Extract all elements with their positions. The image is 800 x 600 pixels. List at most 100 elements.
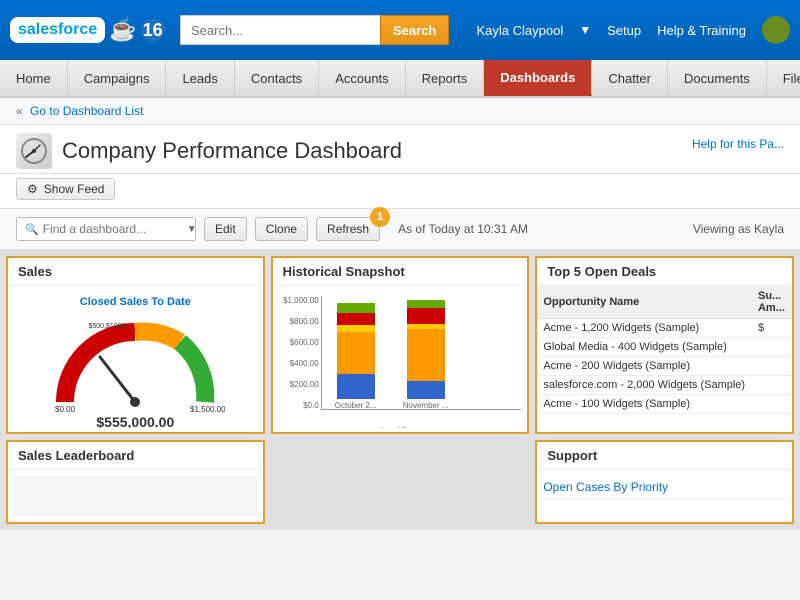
search-input[interactable] [180,15,380,45]
bar-oct: October 2... [331,299,381,410]
sales-leaderboard-title: Sales Leaderboard [8,442,263,470]
col-amount: Su...Am... [752,286,792,319]
bar-seg-1 [407,381,445,399]
step-badge: 1 [370,207,390,227]
breadcrumb-chevron: « [16,104,23,118]
bar-nov: November ... [401,299,451,410]
nav-contacts[interactable]: Contacts [235,60,319,96]
sf-wordmark: salesforce [18,21,97,39]
deal-amount-5 [752,395,792,414]
salesforce-logo: salesforce [10,17,105,43]
bar-nov-label: November ... [401,401,451,410]
top5-panel: Top 5 Open Deals Opportunity Name Su...A… [535,256,794,434]
deal-name-5: Acme - 100 Widgets (Sample) [537,395,752,414]
nav-home[interactable]: Home [0,60,68,96]
nav-leads[interactable]: Leads [166,60,234,96]
deal-name-4: salesforce.com - 2,000 Widgets (Sample) [537,376,752,395]
deal-name-2: Global Media - 400 Widgets (Sample) [537,338,752,357]
find-dropdown-arrow[interactable]: ▼ [187,224,197,235]
bar-seg-5 [337,303,375,313]
sub-nav: « Go to Dashboard List [0,98,800,125]
deal-amount-2 [752,338,792,357]
bar-groups: October 2... November ... [321,299,522,410]
deal-row-3: Acme - 200 Widgets (Sample) [537,357,792,376]
historical-panel-title: Historical Snapshot [273,258,528,286]
nav-campaigns[interactable]: Campaigns [68,60,167,96]
bar-seg-2 [337,332,375,374]
setup-link[interactable]: Setup [607,23,641,38]
deal-row-2: Global Media - 400 Widgets (Sample) [537,338,792,357]
deal-row-1: Acme - 1,200 Widgets (Sample) $ [537,319,792,338]
avatar [762,16,790,44]
deal-amount-1: $ [752,319,792,338]
deal-row-4: salesforce.com - 2,000 Widgets (Sample) [537,376,792,395]
open-cases-link[interactable]: Open Cases By Priority [543,476,786,499]
svg-text:$1,500,000: $1,500,000 [190,405,225,412]
find-dashboard-wrapper: 🔍 ▼ [16,217,196,241]
historical-panel: Historical Snapshot $1,000.00 $800.00 $6… [271,256,530,434]
bar-seg-3 [337,325,375,332]
gauge-svg: $0.00 $500,$1000 $1,500,000 [45,312,225,412]
refresh-wrapper: Refresh 1 [316,217,380,241]
notification-badge: 16 [141,18,165,42]
dropdown-chevron: ▼ [579,23,591,37]
bar-oct-label: October 2... [331,401,381,410]
historical-panel-body: $1,000.00 $800.00 $600.00 $400.00 $200.0… [273,286,528,428]
deal-name-3: Acme - 200 Widgets (Sample) [537,357,752,376]
bar-chart-area: $1,000.00 $800.00 $600.00 $400.00 $200.0… [321,296,522,426]
top5-panel-body: Opportunity Name Su...Am... Acme - 1,200… [537,286,792,428]
top-header: salesforce ☕ 16 Search Kayla Claypool ▼ … [0,0,800,60]
support-panel-body: Open Cases By Priority [537,470,792,505]
show-feed-bar: ⚙ Show Feed [0,174,800,209]
gauge-amount: $555,000.00 [18,414,253,428]
header-right: Kayla Claypool ▼ Setup Help & Training [477,16,790,44]
nav-dashboards[interactable]: Dashboards [484,60,592,96]
help-training-link[interactable]: Help & Training [657,23,746,38]
sales-leaderboard-panel: Sales Leaderboard [6,440,265,524]
viewing-as-text: Viewing as Kayla [693,222,784,236]
search-mini-icon: 🔍 [25,223,39,236]
show-feed-button[interactable]: ⚙ Show Feed [16,178,115,200]
col-opportunity-name: Opportunity Name [537,286,752,319]
dashboard-icon [16,133,52,169]
bar-seg-5 [407,300,445,308]
nav-files[interactable]: Files [767,60,800,96]
support-panel-title: Support [537,442,792,470]
support-panel: Support Open Cases By Priority [535,440,794,524]
help-page-link[interactable]: Help for this Pa... [692,133,784,151]
deal-amount-4 [752,376,792,395]
page-header: Company Performance Dashboard Help for t… [0,125,800,174]
sales-panel: Sales Closed Sales To Date $0.00 $500,$1… [6,256,265,434]
clone-button[interactable]: Clone [255,217,308,241]
nav-chatter[interactable]: Chatter [592,60,668,96]
bar-seg-1 [337,374,375,399]
nav-documents[interactable]: Documents [668,60,767,96]
bar-nov-stack [407,299,445,399]
dashboard-content: Sales Closed Sales To Date $0.00 $500,$1… [0,250,800,530]
y-axis: $1,000.00 $800.00 $600.00 $400.00 $200.0… [279,296,319,410]
bottom-middle-empty [271,440,530,524]
chart-x-axis-label: As of Date [279,426,522,428]
nav-bar: Home Campaigns Leads Contacts Accounts R… [0,60,800,98]
top5-panel-title: Top 5 Open Deals [537,258,792,286]
deal-row-5: Acme - 100 Widgets (Sample) [537,395,792,414]
deals-table: Opportunity Name Su...Am... Acme - 1,200… [537,286,792,414]
find-dashboard-input[interactable] [43,222,183,236]
feed-icon: ⚙ [27,182,38,196]
search-area: Search [180,15,460,45]
bar-seg-4 [407,308,445,324]
user-name[interactable]: Kayla Claypool [477,23,564,38]
nav-reports[interactable]: Reports [406,60,485,96]
edit-button[interactable]: Edit [204,217,247,241]
go-to-dashboard-list-link[interactable]: Go to Dashboard List [30,104,143,118]
gauge-container: Closed Sales To Date $0.00 $500,$1000 $1… [14,292,257,428]
coffee-icon: ☕ [109,17,136,43]
bar-seg-2 [407,329,445,381]
page-title: Company Performance Dashboard [62,138,402,164]
leaderboard-placeholder [14,476,257,516]
search-button[interactable]: Search [380,15,449,45]
nav-accounts[interactable]: Accounts [319,60,405,96]
gauge-title: Closed Sales To Date [18,296,253,308]
dashboard-toolbar: 🔍 ▼ Edit Clone Refresh 1 As of Today at … [0,209,800,250]
as-of-text: As of Today at 10:31 AM [398,222,528,236]
